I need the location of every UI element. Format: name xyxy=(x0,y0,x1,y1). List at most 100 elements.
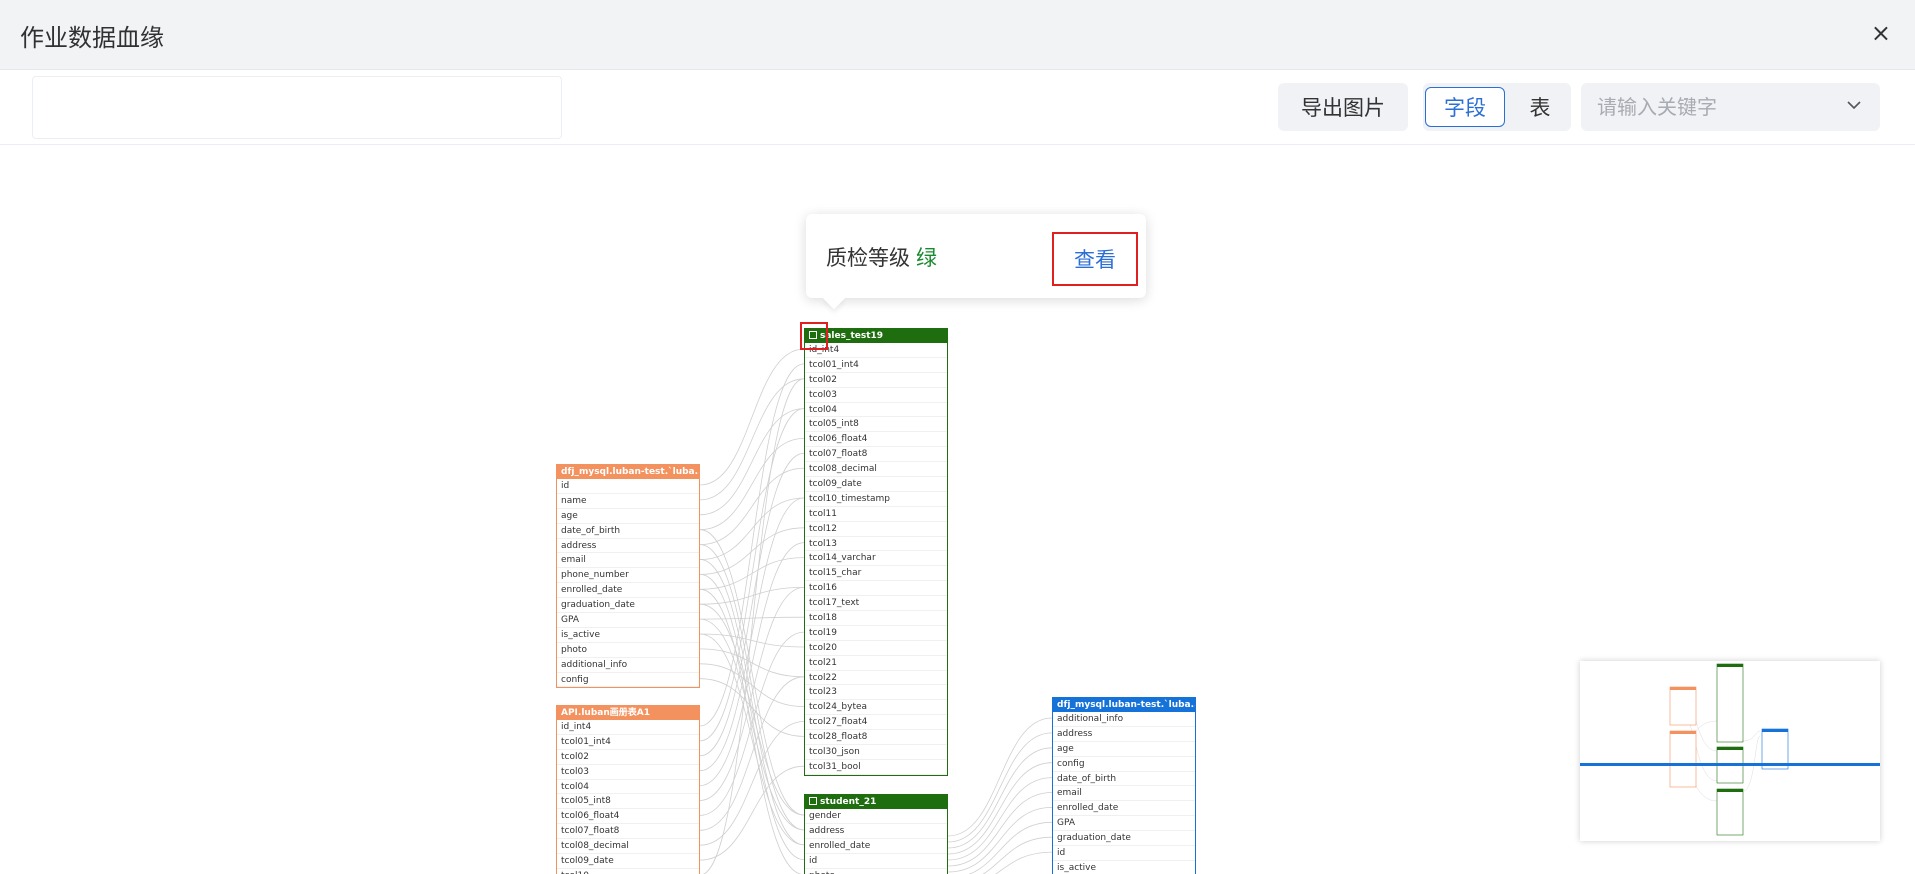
field-row[interactable]: tcol31_bool xyxy=(805,760,947,775)
field-row[interactable]: phone_number xyxy=(557,568,699,584)
field-row[interactable]: id xyxy=(557,479,699,494)
close-icon[interactable]: × xyxy=(1871,20,1891,46)
lineage-edge xyxy=(699,765,805,861)
field-row[interactable]: tcol28_float8 xyxy=(805,730,947,746)
field-row[interactable]: id xyxy=(805,854,947,869)
field-row[interactable]: is_active xyxy=(1053,861,1195,874)
layer-tds[interactable]: TDS xyxy=(492,87,552,128)
minimap-node xyxy=(1670,687,1696,690)
lineage-edge xyxy=(699,408,805,516)
field-row[interactable]: id xyxy=(1053,846,1195,861)
field-row[interactable]: enrolled_date xyxy=(557,583,699,599)
field-row[interactable]: age xyxy=(1053,742,1195,757)
field-row[interactable]: enrolled_date xyxy=(805,839,947,854)
export-image-button[interactable]: 导出图片 xyxy=(1278,83,1408,131)
layer-dwd[interactable]: DWD xyxy=(267,87,327,128)
field-row[interactable]: address xyxy=(1053,727,1195,742)
field-row[interactable]: tcol14_varchar xyxy=(805,551,947,567)
field-row[interactable]: date_of_birth xyxy=(1053,772,1195,787)
field-row[interactable]: tcol19 xyxy=(805,626,947,641)
field-row[interactable]: tcol16 xyxy=(805,581,947,597)
mode-field-option[interactable]: 字段 xyxy=(1425,87,1505,127)
field-row[interactable]: id_int4 xyxy=(557,720,699,735)
field-row[interactable]: tcol04 xyxy=(805,403,947,418)
lineage-canvas[interactable]: sales_test19 id_int4 tcol01_int4 tcol02 tco… xyxy=(0,146,1915,874)
field-row[interactable]: tcol01_int4 xyxy=(805,358,947,373)
field-row[interactable]: tcol10_timestamp xyxy=(805,492,947,507)
node-mysql-source[interactable]: dfj_mysql.luban-test.`luba... id name age d… xyxy=(556,464,700,689)
field-row[interactable]: photo xyxy=(805,869,947,874)
field-row[interactable]: tcol13 xyxy=(805,537,947,552)
layer-stg[interactable]: STG xyxy=(117,87,177,128)
field-row[interactable]: tcol11 xyxy=(805,507,947,522)
node-mysql-target[interactable]: dfj_mysql.luban-test.`luba... additional… xyxy=(1052,697,1196,874)
field-row[interactable]: graduation_date xyxy=(1053,831,1195,847)
lineage-edge xyxy=(947,777,1053,861)
layer-ods[interactable]: ODS xyxy=(192,87,252,128)
field-row[interactable]: tcol24_bytea xyxy=(805,700,947,716)
field-row[interactable]: tcol09_date xyxy=(557,854,699,869)
node-student-21[interactable]: student_21 genderaddressenrolled_dateidp… xyxy=(804,794,948,874)
field-row[interactable]: photo xyxy=(557,643,699,658)
node-title: student_21 xyxy=(820,797,877,807)
field-row[interactable]: tcol02 xyxy=(805,373,947,388)
field-row[interactable]: tcol12 xyxy=(805,522,947,537)
field-row[interactable]: address xyxy=(805,824,947,839)
view-quality-button[interactable]: 查看 xyxy=(1052,232,1138,286)
mode-table-option[interactable]: 表 xyxy=(1515,87,1565,127)
field-row[interactable]: tcol06_float4 xyxy=(805,432,947,448)
minimap-viewport[interactable] xyxy=(1580,763,1880,766)
field-row[interactable]: additional_info xyxy=(557,658,699,673)
minimap[interactable] xyxy=(1580,661,1880,841)
chevron-down-icon[interactable] xyxy=(1844,95,1864,115)
field-row[interactable]: tcol07_float8 xyxy=(557,824,699,840)
field-row[interactable]: graduation_date xyxy=(557,598,699,614)
field-row[interactable]: address xyxy=(557,539,699,554)
field-row[interactable]: name xyxy=(557,494,699,509)
field-row[interactable]: email xyxy=(557,553,699,569)
field-row[interactable]: tcol07_float8 xyxy=(805,447,947,463)
node-title: sales_test19 xyxy=(820,331,884,341)
field-row[interactable]: tcol05_int8 xyxy=(805,417,947,433)
field-row[interactable]: tcol03 xyxy=(557,765,699,780)
field-row[interactable]: tcol09_date xyxy=(805,477,947,492)
field-row[interactable]: GPA xyxy=(1053,816,1195,832)
field-row[interactable]: additional_info xyxy=(1053,712,1195,727)
field-row[interactable]: GPA xyxy=(557,613,699,628)
field-row[interactable]: is_active xyxy=(557,628,699,643)
field-row[interactable]: tcol06_float4 xyxy=(557,809,699,825)
field-row[interactable]: tcol03 xyxy=(805,388,947,403)
field-row[interactable]: tcol05_int8 xyxy=(557,794,699,810)
field-row[interactable]: tcol08_decimal xyxy=(805,462,947,478)
field-row[interactable]: tcol22 xyxy=(805,671,947,686)
node-api-source[interactable]: API.luban画册表A1 id_int4 tcol01_int4 tcol02 t… xyxy=(556,705,700,874)
field-row[interactable]: tcol18 xyxy=(805,611,947,626)
field-row[interactable]: tcol20 xyxy=(805,641,947,656)
field-row[interactable]: tcol27_float4 xyxy=(805,715,947,731)
keyword-input[interactable] xyxy=(1597,91,1837,123)
field-row[interactable]: config xyxy=(1053,757,1195,772)
field-row[interactable]: age xyxy=(557,509,699,524)
field-row[interactable]: tcol23 xyxy=(805,685,947,701)
layer-sds[interactable]: SDS xyxy=(42,87,102,128)
layer-adm[interactable]: ADM xyxy=(417,87,477,128)
keyword-select[interactable] xyxy=(1581,83,1880,131)
node-sales-test19[interactable]: sales_test19 id_int4 tcol01_int4 tcol02 tco… xyxy=(804,328,948,776)
field-row[interactable]: enrolled_date xyxy=(1053,801,1195,817)
field-row[interactable]: date_of_birth xyxy=(557,524,699,539)
field-row[interactable]: tcol01_int4 xyxy=(557,735,699,750)
field-row[interactable]: tcol04 xyxy=(557,780,699,795)
field-row[interactable]: tcol17_text xyxy=(805,596,947,612)
field-row[interactable]: config xyxy=(557,673,699,688)
field-row[interactable]: email xyxy=(1053,786,1195,802)
table-icon xyxy=(809,797,817,805)
field-row[interactable]: tcol15_char xyxy=(805,566,947,582)
layer-dws[interactable]: DWS xyxy=(342,87,402,128)
lineage-edge xyxy=(947,807,1053,873)
field-row[interactable]: tcol10 xyxy=(557,869,699,874)
field-row[interactable]: tcol08_decimal xyxy=(557,839,699,855)
field-row[interactable]: tcol30_json xyxy=(805,745,947,760)
field-row[interactable]: gender xyxy=(805,809,947,824)
field-row[interactable]: tcol21 xyxy=(805,656,947,671)
field-row[interactable]: tcol02 xyxy=(557,750,699,765)
